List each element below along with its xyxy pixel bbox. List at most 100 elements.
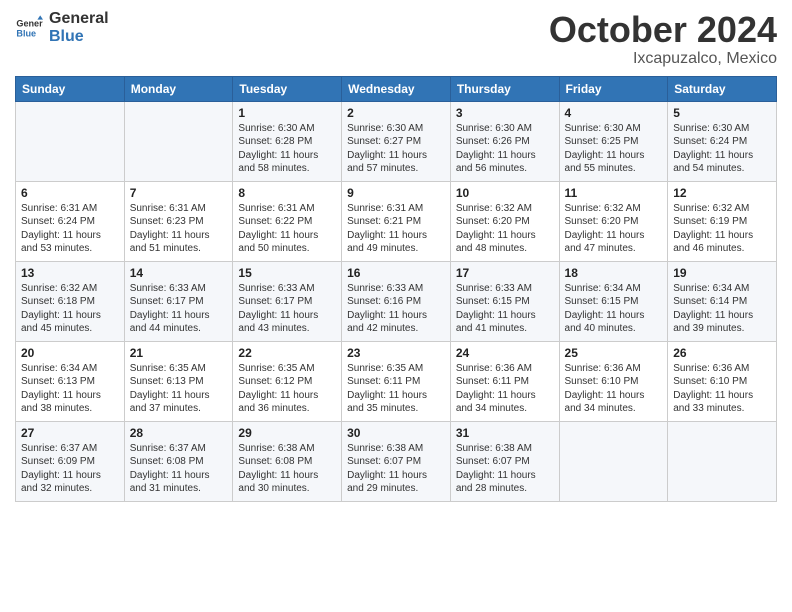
day-cell: 1 Sunrise: 6:30 AMSunset: 6:28 PMDaylight… bbox=[233, 101, 342, 181]
day-cell: 21 Sunrise: 6:35 AMSunset: 6:13 PMDayligh… bbox=[124, 341, 233, 421]
day-cell: 4 Sunrise: 6:30 AMSunset: 6:25 PMDaylight… bbox=[559, 101, 668, 181]
day-cell: 6 Sunrise: 6:31 AMSunset: 6:24 PMDaylight… bbox=[16, 181, 125, 261]
day-number: 17 bbox=[456, 266, 554, 280]
location-title: Ixcapuzalco, Mexico bbox=[549, 50, 777, 68]
page: General Blue General Blue October 2024 I… bbox=[0, 0, 792, 612]
day-info: Sunrise: 6:37 AMSunset: 6:09 PMDaylight:… bbox=[21, 442, 119, 496]
day-number: 1 bbox=[238, 106, 336, 120]
day-number: 18 bbox=[565, 266, 663, 280]
logo-icon: General Blue bbox=[15, 14, 43, 42]
day-info: Sunrise: 6:30 AMSunset: 6:24 PMDaylight:… bbox=[673, 122, 771, 176]
day-cell: 11 Sunrise: 6:32 AMSunset: 6:20 PMDayligh… bbox=[559, 181, 668, 261]
day-info: Sunrise: 6:35 AMSunset: 6:12 PMDaylight:… bbox=[238, 362, 336, 416]
day-cell bbox=[668, 421, 777, 501]
day-cell: 3 Sunrise: 6:30 AMSunset: 6:26 PMDaylight… bbox=[450, 101, 559, 181]
day-number: 11 bbox=[565, 186, 663, 200]
day-cell: 25 Sunrise: 6:36 AMSunset: 6:10 PMDayligh… bbox=[559, 341, 668, 421]
day-cell: 30 Sunrise: 6:38 AMSunset: 6:07 PMDayligh… bbox=[342, 421, 451, 501]
day-number: 22 bbox=[238, 346, 336, 360]
logo: General Blue General Blue bbox=[15, 10, 109, 45]
day-cell: 18 Sunrise: 6:34 AMSunset: 6:15 PMDayligh… bbox=[559, 261, 668, 341]
day-info: Sunrise: 6:36 AMSunset: 6:10 PMDaylight:… bbox=[673, 362, 771, 416]
day-info: Sunrise: 6:38 AMSunset: 6:07 PMDaylight:… bbox=[456, 442, 554, 496]
weekday-header-tuesday: Tuesday bbox=[233, 76, 342, 101]
day-info: Sunrise: 6:32 AMSunset: 6:18 PMDaylight:… bbox=[21, 282, 119, 336]
day-number: 19 bbox=[673, 266, 771, 280]
logo-general: General bbox=[49, 10, 109, 28]
day-cell: 23 Sunrise: 6:35 AMSunset: 6:11 PMDayligh… bbox=[342, 341, 451, 421]
day-info: Sunrise: 6:33 AMSunset: 6:17 PMDaylight:… bbox=[238, 282, 336, 336]
day-info: Sunrise: 6:38 AMSunset: 6:08 PMDaylight:… bbox=[238, 442, 336, 496]
day-number: 16 bbox=[347, 266, 445, 280]
day-number: 29 bbox=[238, 426, 336, 440]
day-cell: 12Sunrise: 6:32 AMSunset: 6:19 PMDayligh… bbox=[668, 181, 777, 261]
day-cell: 31 Sunrise: 6:38 AMSunset: 6:07 PMDayligh… bbox=[450, 421, 559, 501]
day-cell: 20 Sunrise: 6:34 AMSunset: 6:13 PMDayligh… bbox=[16, 341, 125, 421]
day-cell: 27 Sunrise: 6:37 AMSunset: 6:09 PMDayligh… bbox=[16, 421, 125, 501]
day-number: 27 bbox=[21, 426, 119, 440]
day-cell: 24Sunrise: 6:36 AMSunset: 6:11 PMDayligh… bbox=[450, 341, 559, 421]
day-cell: 13Sunrise: 6:32 AMSunset: 6:18 PMDayligh… bbox=[16, 261, 125, 341]
day-cell: 26 Sunrise: 6:36 AMSunset: 6:10 PMDayligh… bbox=[668, 341, 777, 421]
month-title: October 2024 bbox=[549, 10, 777, 50]
weekday-header-thursday: Thursday bbox=[450, 76, 559, 101]
day-number: 15 bbox=[238, 266, 336, 280]
day-number: 2 bbox=[347, 106, 445, 120]
day-info: Sunrise: 6:34 AMSunset: 6:14 PMDaylight:… bbox=[673, 282, 771, 336]
day-info: Sunrise: 6:31 AMSunset: 6:24 PMDaylight:… bbox=[21, 202, 119, 256]
day-info: Sunrise: 6:33 AMSunset: 6:17 PMDaylight:… bbox=[130, 282, 228, 336]
header: General Blue General Blue October 2024 I… bbox=[15, 10, 777, 68]
day-number: 30 bbox=[347, 426, 445, 440]
day-number: 3 bbox=[456, 106, 554, 120]
weekday-header-monday: Monday bbox=[124, 76, 233, 101]
day-cell: 2 Sunrise: 6:30 AMSunset: 6:27 PMDaylight… bbox=[342, 101, 451, 181]
day-cell: 10 Sunrise: 6:32 AMSunset: 6:20 PMDayligh… bbox=[450, 181, 559, 261]
day-cell: 9 Sunrise: 6:31 AMSunset: 6:21 PMDaylight… bbox=[342, 181, 451, 261]
day-number: 25 bbox=[565, 346, 663, 360]
day-cell: 29 Sunrise: 6:38 AMSunset: 6:08 PMDayligh… bbox=[233, 421, 342, 501]
day-number: 4 bbox=[565, 106, 663, 120]
day-info: Sunrise: 6:36 AMSunset: 6:10 PMDaylight:… bbox=[565, 362, 663, 416]
day-info: Sunrise: 6:38 AMSunset: 6:07 PMDaylight:… bbox=[347, 442, 445, 496]
day-number: 7 bbox=[130, 186, 228, 200]
day-cell: 5 Sunrise: 6:30 AMSunset: 6:24 PMDaylight… bbox=[668, 101, 777, 181]
day-info: Sunrise: 6:32 AMSunset: 6:20 PMDaylight:… bbox=[565, 202, 663, 256]
weekday-header-sunday: Sunday bbox=[16, 76, 125, 101]
day-info: Sunrise: 6:32 AMSunset: 6:20 PMDaylight:… bbox=[456, 202, 554, 256]
day-number: 26 bbox=[673, 346, 771, 360]
day-number: 24 bbox=[456, 346, 554, 360]
day-number: 23 bbox=[347, 346, 445, 360]
day-number: 31 bbox=[456, 426, 554, 440]
day-info: Sunrise: 6:33 AMSunset: 6:15 PMDaylight:… bbox=[456, 282, 554, 336]
day-info: Sunrise: 6:35 AMSunset: 6:11 PMDaylight:… bbox=[347, 362, 445, 416]
day-info: Sunrise: 6:34 AMSunset: 6:15 PMDaylight:… bbox=[565, 282, 663, 336]
day-cell: 14Sunrise: 6:33 AMSunset: 6:17 PMDayligh… bbox=[124, 261, 233, 341]
day-cell bbox=[16, 101, 125, 181]
week-row-3: 13Sunrise: 6:32 AMSunset: 6:18 PMDayligh… bbox=[16, 261, 777, 341]
day-info: Sunrise: 6:30 AMSunset: 6:25 PMDaylight:… bbox=[565, 122, 663, 176]
svg-text:General: General bbox=[16, 18, 43, 28]
day-cell: 28Sunrise: 6:37 AMSunset: 6:08 PMDayligh… bbox=[124, 421, 233, 501]
day-info: Sunrise: 6:30 AMSunset: 6:27 PMDaylight:… bbox=[347, 122, 445, 176]
weekday-header-friday: Friday bbox=[559, 76, 668, 101]
day-number: 10 bbox=[456, 186, 554, 200]
day-cell bbox=[559, 421, 668, 501]
day-cell: 16Sunrise: 6:33 AMSunset: 6:16 PMDayligh… bbox=[342, 261, 451, 341]
title-block: October 2024 Ixcapuzalco, Mexico bbox=[549, 10, 777, 68]
weekday-header-row: SundayMondayTuesdayWednesdayThursdayFrid… bbox=[16, 76, 777, 101]
day-info: Sunrise: 6:30 AMSunset: 6:28 PMDaylight:… bbox=[238, 122, 336, 176]
day-number: 5 bbox=[673, 106, 771, 120]
day-number: 20 bbox=[21, 346, 119, 360]
svg-text:Blue: Blue bbox=[16, 28, 36, 38]
day-info: Sunrise: 6:35 AMSunset: 6:13 PMDaylight:… bbox=[130, 362, 228, 416]
day-info: Sunrise: 6:30 AMSunset: 6:26 PMDaylight:… bbox=[456, 122, 554, 176]
day-cell: 17 Sunrise: 6:33 AMSunset: 6:15 PMDayligh… bbox=[450, 261, 559, 341]
day-number: 21 bbox=[130, 346, 228, 360]
day-info: Sunrise: 6:31 AMSunset: 6:21 PMDaylight:… bbox=[347, 202, 445, 256]
week-row-5: 27 Sunrise: 6:37 AMSunset: 6:09 PMDayligh… bbox=[16, 421, 777, 501]
day-info: Sunrise: 6:34 AMSunset: 6:13 PMDaylight:… bbox=[21, 362, 119, 416]
day-number: 9 bbox=[347, 186, 445, 200]
day-cell: 15 Sunrise: 6:33 AMSunset: 6:17 PMDayligh… bbox=[233, 261, 342, 341]
week-row-4: 20 Sunrise: 6:34 AMSunset: 6:13 PMDayligh… bbox=[16, 341, 777, 421]
day-number: 6 bbox=[21, 186, 119, 200]
